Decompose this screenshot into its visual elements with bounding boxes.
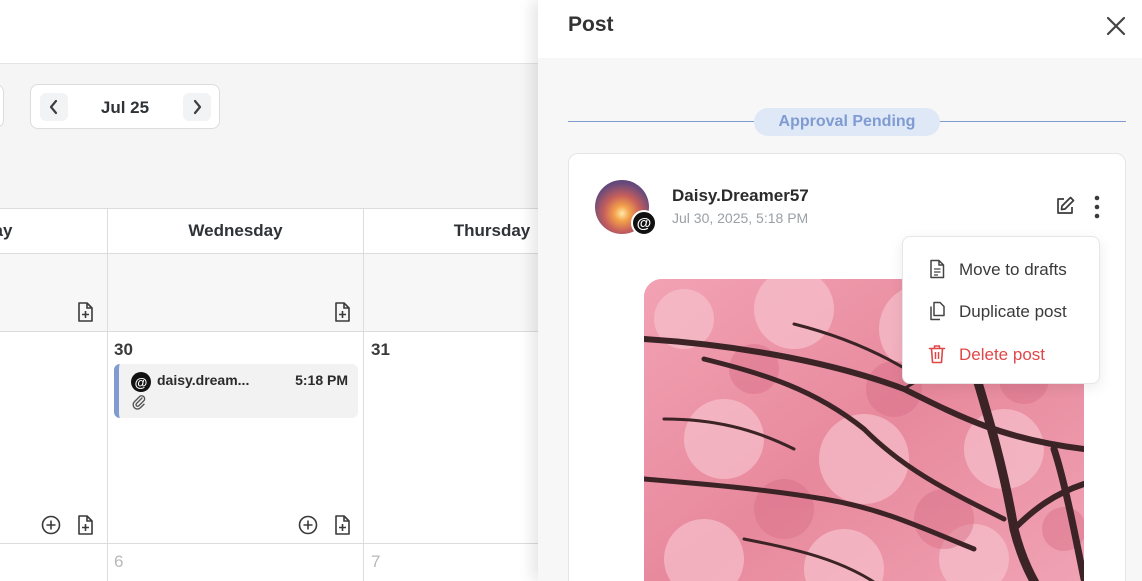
add-draft-button[interactable] — [74, 514, 96, 536]
date-number: 7 — [371, 552, 381, 571]
copy-icon — [930, 301, 945, 321]
more-options-button[interactable] — [1087, 194, 1107, 220]
file-plus-icon — [78, 302, 93, 322]
trash-icon — [928, 345, 946, 364]
allday-cell[interactable] — [364, 254, 560, 331]
file-plus-icon — [335, 302, 350, 322]
threads-icon: @ — [631, 210, 657, 236]
menu-item-move-to-drafts[interactable]: Move to drafts — [903, 249, 1101, 289]
add-draft-button[interactable] — [331, 514, 353, 536]
grid-divider — [0, 543, 560, 544]
threads-icon: @ — [131, 372, 151, 392]
date-number: 31 — [371, 340, 390, 359]
event-time: 5:18 PM — [295, 372, 348, 388]
status-badge: Approval Pending — [754, 108, 940, 136]
menu-item-label: Duplicate post — [959, 302, 1067, 321]
calendar-event[interactable]: @ daisy.dream... 5:18 PM — [114, 364, 358, 418]
day-header-tuesday: ay — [0, 221, 13, 240]
add-post-button[interactable] — [40, 514, 62, 536]
paperclip-icon — [132, 395, 146, 410]
view-selector-partial[interactable] — [0, 84, 4, 128]
plus-circle-icon — [41, 515, 61, 535]
file-plus-icon — [78, 515, 93, 535]
more-vertical-icon — [1094, 195, 1100, 219]
panel-title: Post — [568, 13, 614, 36]
edit-button[interactable] — [1053, 194, 1077, 218]
date-number: 30 — [114, 340, 133, 359]
menu-item-label: Move to drafts — [959, 260, 1067, 279]
close-icon — [1106, 16, 1126, 36]
post-options-menu: Move to drafts Duplicate post Delete pos… — [902, 236, 1100, 384]
panel-header: Post — [538, 0, 1142, 58]
calendar-topbar — [0, 0, 560, 64]
add-draft-button[interactable] — [74, 301, 96, 323]
add-draft-button[interactable] — [331, 301, 353, 323]
day-header-wednesday: Wednesday — [188, 221, 283, 240]
menu-item-label: Delete post — [959, 345, 1045, 364]
grid-divider — [0, 331, 560, 332]
next-button[interactable] — [183, 93, 211, 121]
close-button[interactable] — [1102, 12, 1130, 40]
event-account-name: daisy.dream... — [157, 372, 250, 388]
post-date: Jul 30, 2025, 5:18 PM — [672, 210, 809, 226]
allday-cell[interactable] — [108, 254, 363, 331]
add-post-button[interactable] — [297, 514, 319, 536]
edit-icon — [1057, 196, 1075, 214]
menu-item-duplicate-post[interactable]: Duplicate post — [903, 291, 1101, 331]
date-number: 6 — [114, 552, 124, 571]
calendar-toolbar: Jul 25 — [0, 64, 560, 208]
file-plus-icon — [335, 515, 350, 535]
date-navigator: Jul 25 — [30, 84, 220, 129]
plus-circle-icon — [298, 515, 318, 535]
menu-item-delete-post[interactable]: Delete post — [903, 334, 1101, 374]
document-icon — [930, 259, 945, 279]
calendar-grid: ay Wednesday Thursday 30 31 @ daisy.drea… — [0, 208, 560, 581]
post-author: Daisy.Dreamer57 — [672, 186, 809, 205]
chevron-right-icon — [193, 99, 202, 115]
